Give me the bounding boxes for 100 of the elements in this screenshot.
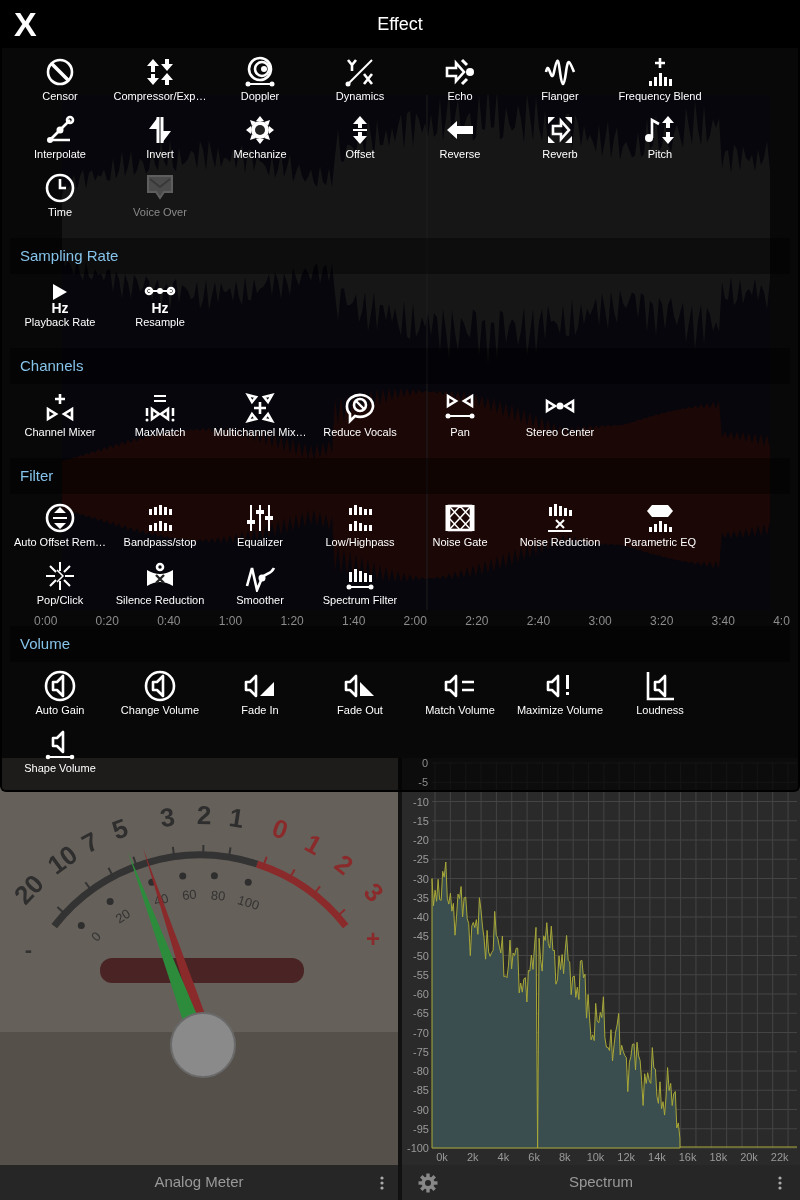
effect-button[interactable]: Auto Gain [10, 670, 110, 728]
effect-button[interactable]: Offset [310, 114, 410, 172]
effect-button[interactable]: Change Volume [110, 670, 210, 728]
effect-button[interactable]: Bandpass/stop [110, 502, 210, 560]
effect-button[interactable]: Noise Reduction [510, 502, 610, 560]
more-icon[interactable] [778, 1176, 782, 1190]
axis-label: 8k [559, 1151, 571, 1163]
effect-icon [244, 392, 276, 424]
time-label: 1:00 [218, 613, 243, 630]
scale-label: 3 [158, 801, 177, 834]
effect-button[interactable]: Reverse [410, 114, 510, 172]
effect-button[interactable]: Reduce Vocals [310, 392, 410, 450]
effect-button[interactable]: Hz Playback Rate [10, 282, 110, 340]
time-label: 1:40 [342, 613, 366, 630]
axis-label: 10k [586, 1151, 605, 1163]
effect-icon [244, 56, 276, 88]
time-label: 2:40 [526, 613, 551, 630]
axis-label: 12k [617, 1151, 636, 1163]
effect-button[interactable]: Shape Volume [10, 728, 110, 786]
settings-icon[interactable] [418, 1173, 438, 1193]
effect-button[interactable]: Compressor/Exp… [110, 56, 210, 114]
effect-icon [644, 114, 676, 146]
effect-button[interactable]: MaxMatch [110, 392, 210, 450]
section-heading: Filter [20, 465, 54, 486]
scale-dot [210, 872, 218, 880]
effect-button[interactable]: Loudness [610, 670, 710, 728]
axis-label: -45 [413, 930, 429, 943]
effect-button[interactable]: Equalizer [210, 502, 310, 560]
more-icon[interactable] [380, 1176, 384, 1190]
close-button[interactable]: X [14, 4, 37, 44]
effect-icon [544, 56, 576, 88]
scale-dot [106, 898, 114, 906]
axis-label: -30 [413, 872, 429, 885]
effect-button[interactable]: Time [10, 172, 110, 230]
time-label: 0:40 [157, 613, 181, 630]
scale-label: 2 [196, 799, 212, 831]
effect-icon [144, 670, 176, 702]
effect-icon [444, 56, 476, 88]
axis-label: -60 [413, 988, 429, 1000]
axis-label: -80 [413, 1065, 429, 1077]
effect-button[interactable]: Invert [110, 114, 210, 172]
effect-button[interactable]: Frequency Blend [610, 56, 710, 114]
effect-icon [344, 392, 376, 424]
effect-icon [44, 392, 76, 424]
scale-label: 1 [227, 801, 247, 834]
effect-icon [44, 728, 76, 760]
axis-label: -75 [413, 1045, 429, 1058]
effect-icon [44, 502, 76, 534]
panel-title: Spectrum [568, 1172, 634, 1193]
effect-button[interactable]: Echo [410, 56, 510, 114]
axis-label: -95 [413, 1122, 429, 1135]
axis-label: 4k [497, 1151, 510, 1163]
effect-button[interactable]: Censor [10, 56, 110, 114]
effect-button[interactable]: Hz Resample [110, 282, 210, 340]
effect-button[interactable]: Maximize Volume [510, 670, 610, 728]
effect-icon [144, 56, 176, 88]
effect-button[interactable]: Match Volume [410, 670, 510, 728]
effect-icon [44, 560, 76, 592]
axis-label: 20k [740, 1151, 758, 1163]
minus-label: - [24, 936, 32, 962]
effect-button[interactable]: Mechanize [210, 114, 310, 172]
effect-button[interactable]: Reverb [510, 114, 610, 172]
time-label: 3:00 [588, 613, 612, 630]
axis-label: 2k [466, 1151, 479, 1163]
scale-label: 5 [108, 812, 132, 846]
effect-button[interactable]: Auto Offset Rem… [10, 502, 110, 560]
effect-button[interactable]: Low/Highpass [310, 502, 410, 560]
effect-icon [244, 114, 276, 146]
effect-button[interactable]: Flanger [510, 56, 610, 114]
effect-button[interactable]: Doppler [210, 56, 310, 114]
effect-button[interactable]: Parametric EQ [610, 502, 710, 560]
effect-button[interactable]: Fade Out [310, 670, 410, 728]
effect-button[interactable]: Multichannel Mix… [210, 392, 310, 450]
effect-button[interactable]: Dynamics [310, 56, 410, 114]
axis-label: -65 [413, 1007, 429, 1020]
time-label: 0:00 [34, 613, 58, 630]
effect-button[interactable]: Interpolate [10, 114, 110, 172]
effect-button[interactable]: Pitch [610, 114, 710, 172]
axis-label: -5 [417, 776, 428, 789]
axis-label: -20 [413, 834, 429, 846]
time-label: 3:20 [650, 613, 674, 630]
axis-label: -10 [413, 795, 429, 808]
effect-icon [144, 392, 176, 424]
time-label: 2:20 [465, 613, 489, 630]
scale-dot [179, 872, 187, 880]
effect-button[interactable]: Stereo Center [510, 392, 610, 450]
effect-button[interactable]: Noise Gate [410, 502, 510, 560]
effect-button[interactable]: Pan [410, 392, 510, 450]
time-label: 2:00 [403, 613, 427, 630]
axis-label: -55 [413, 968, 429, 981]
axis-label: 0 [420, 757, 428, 769]
axis-label: -100 [406, 1142, 429, 1154]
effect-icon [644, 670, 676, 702]
effect-button[interactable]: Channel Mixer [10, 392, 110, 450]
axis-label: -15 [413, 814, 429, 827]
axis-label: 0k [436, 1151, 448, 1163]
effect-button[interactable]: Fade In [210, 670, 310, 728]
axis-label: 6k [528, 1151, 540, 1163]
axis-label: -70 [413, 1026, 429, 1039]
axis-label: -90 [413, 1103, 429, 1116]
